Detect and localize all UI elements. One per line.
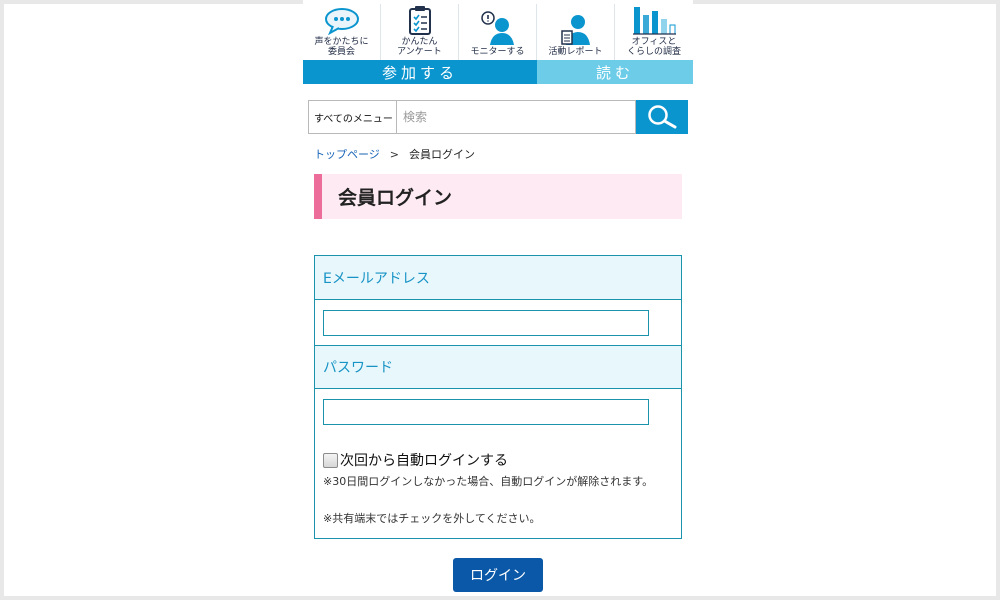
speech-bubble-icon <box>324 8 359 35</box>
password-label: パスワード <box>315 345 681 389</box>
nav-item-survey[interactable]: かんたん アンケート <box>381 4 459 60</box>
shared-device-note: ※共有端末ではチェックを外してください。 <box>323 512 541 525</box>
search-bar: すべてのメニュー ▼ <box>308 100 688 134</box>
clipboard-icon <box>408 6 431 35</box>
search-category-select[interactable]: すべてのメニュー ▼ <box>308 100 396 134</box>
nav-item-monitor[interactable]: モニターする <box>459 4 537 60</box>
auto-login-note: ※30日間ログインしなかった場合、自動ログインが解除されます。 <box>323 475 654 488</box>
tab-read[interactable]: 読む <box>537 60 693 84</box>
login-button[interactable]: ログイン <box>453 558 543 592</box>
breadcrumb-current: 会員ログイン <box>409 148 475 161</box>
breadcrumb: トップページ > 会員ログイン <box>314 146 475 162</box>
login-form: Eメールアドレス パスワード 次回から自動ログインする ※30日間ログインしなか… <box>314 255 682 539</box>
nav-item-report[interactable]: 活動レポート <box>537 4 615 60</box>
page-title: 会員ログイン <box>338 187 453 209</box>
remember-login-label: 次回から自動ログインする <box>340 453 508 469</box>
top-nav: 声をかたちに 委員会 かんたん アンケート モニターする 活動レポート オフィス… <box>303 4 693 60</box>
nav-label: モニターする <box>470 47 525 57</box>
email-field[interactable] <box>323 310 649 336</box>
breadcrumb-home-link[interactable]: トップページ <box>314 146 380 162</box>
password-field[interactable] <box>323 399 649 425</box>
search-button[interactable] <box>636 100 688 134</box>
search-icon <box>648 105 677 129</box>
nav-label: かんたん アンケート <box>397 37 442 57</box>
search-input[interactable] <box>396 100 636 134</box>
breadcrumb-separator: > <box>389 147 399 161</box>
nav-label: オフィスと くらしの調査 <box>626 37 681 57</box>
monitor-person-icon <box>480 11 514 45</box>
page-title-banner: 会員ログイン <box>314 174 682 219</box>
tab-join[interactable]: 参加する <box>303 60 537 84</box>
remember-login-option[interactable]: 次回から自動ログインする <box>323 450 508 470</box>
report-person-icon <box>560 15 590 45</box>
nav-item-committee[interactable]: 声をかたちに 委員会 <box>303 4 381 60</box>
mobile-page: 声をかたちに 委員会 かんたん アンケート モニターする 活動レポート オフィス… <box>303 0 693 596</box>
nav-label: 活動レポート <box>548 47 603 57</box>
bar-chart-icon <box>633 7 676 35</box>
nav-item-research[interactable]: オフィスと くらしの調査 <box>615 4 693 60</box>
category-tabs: 参加する 読む <box>303 60 693 84</box>
nav-label: 声をかたちに 委員会 <box>314 37 369 57</box>
email-label: Eメールアドレス <box>315 256 681 300</box>
remember-login-checkbox[interactable] <box>323 452 338 468</box>
